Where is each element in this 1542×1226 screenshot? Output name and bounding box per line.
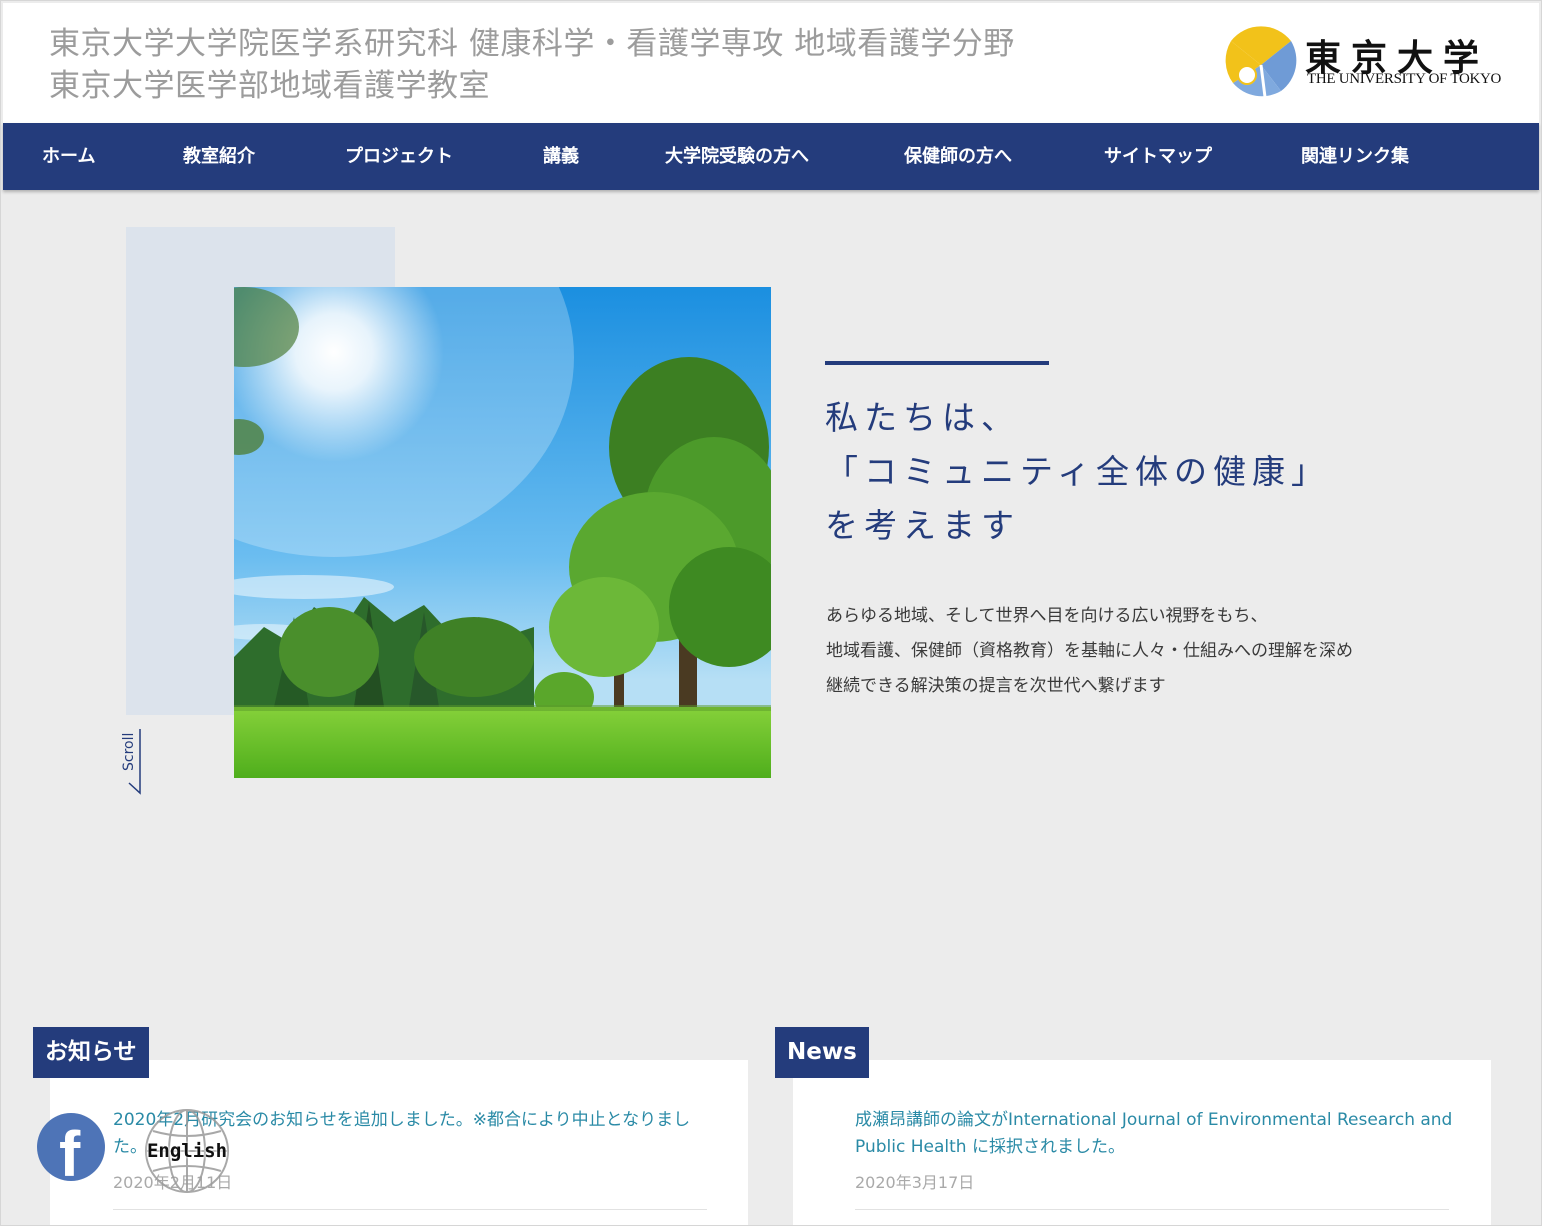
hero-heading-line-2: 「コミュニティ全体の健康」 (825, 452, 1331, 491)
logo-english-text: THE UNIVERSITY OF TOKYO (1307, 71, 1502, 87)
ginkgo-logo-icon (1225, 26, 1297, 97)
news-item-date: 2020年3月17日 (855, 1173, 975, 1192)
nav-item-projects[interactable]: プロジェクト (345, 123, 453, 190)
scroll-label: Scroll (121, 732, 137, 771)
notice-divider (113, 1209, 707, 1210)
university-logo[interactable]: 東京大学 THE UNIVERSITY OF TOKYO (1225, 25, 1501, 99)
hero-accent-rule (825, 361, 1049, 365)
english-label: English (146, 1140, 228, 1162)
site-title-line-2[interactable]: 東京大学医学部地域看護学教室 (49, 65, 1015, 107)
news-divider (855, 1209, 1449, 1210)
site-title-line-1[interactable]: 東京大学大学院医学系研究科 健康科学・看護学専攻 地域看護学分野 (49, 23, 1015, 65)
hero-description-line-3: 継続できる解決策の提言を次世代へ繋げます (826, 676, 1166, 696)
hero-description-line-1: あらゆる地域、そして世界へ目を向ける広い視野をもち、 (826, 606, 1268, 626)
facebook-button[interactable]: f (37, 1113, 105, 1181)
nav-item-about[interactable]: 教室紹介 (183, 123, 255, 190)
global-nav: ホーム 教室紹介 プロジェクト 講義 大学院受験の方へ 保健師の方へ サイトマッ… (3, 123, 1539, 190)
notices-tab: お知らせ (33, 1027, 149, 1078)
nav-item-sitemap[interactable]: サイトマップ (1104, 123, 1212, 190)
park-landscape-image (234, 287, 771, 778)
nav-item-lectures[interactable]: 講義 (543, 123, 579, 190)
hero-heading: 私たちは、 「コミュニティ全体の健康」 を考えます (825, 391, 1330, 553)
site-title[interactable]: 東京大学大学院医学系研究科 健康科学・看護学専攻 地域看護学分野 東京大学医学部… (49, 23, 1015, 107)
hero-image (234, 287, 771, 778)
nav-item-graduate-applicants[interactable]: 大学院受験の方へ (665, 123, 809, 190)
hero-heading-line-3: を考えます (825, 506, 1020, 545)
nav-item-home[interactable]: ホーム (42, 123, 95, 190)
scroll-indicator[interactable]: Scroll (113, 725, 147, 799)
news-item-link[interactable]: 成瀬昂講師の論文がInternational Journal of Enviro… (855, 1107, 1453, 1161)
page-frame: 東京大学大学院医学系研究科 健康科学・看護学専攻 地域看護学分野 東京大学医学部… (0, 0, 1542, 1226)
facebook-icon: f (59, 1118, 81, 1181)
hero-heading-line-1: 私たちは、 (825, 398, 1020, 437)
news-tab: News (775, 1027, 869, 1078)
hero-description: あらゆる地域、そして世界へ目を向ける広い視野をもち、 地域看護、保健師（資格教育… (826, 599, 1353, 704)
nav-item-links[interactable]: 関連リンク集 (1301, 123, 1409, 190)
site-header: 東京大学大学院医学系研究科 健康科学・看護学専攻 地域看護学分野 東京大学医学部… (3, 3, 1539, 123)
hero-description-line-2: 地域看護、保健師（資格教育）を基軸に人々・仕組みへの理解を深め (826, 641, 1353, 661)
nav-item-public-health-nurses[interactable]: 保健師の方へ (904, 123, 1012, 190)
english-language-button[interactable]: English (143, 1107, 231, 1195)
